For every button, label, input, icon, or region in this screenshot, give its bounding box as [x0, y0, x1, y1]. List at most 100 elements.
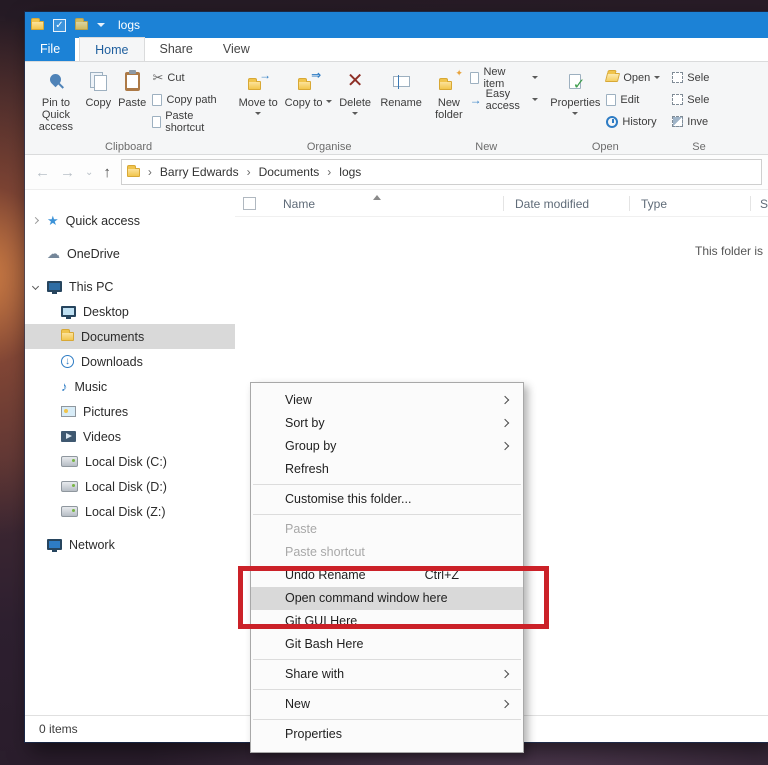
- sidebar-label: Local Disk (D:): [85, 479, 167, 494]
- app-folder-icon: [31, 17, 44, 30]
- sidebar-item-local-disk-z[interactable]: Local Disk (Z:): [25, 499, 235, 524]
- select-all-button[interactable]: Sele: [669, 68, 712, 87]
- paste-button[interactable]: Paste: [115, 65, 150, 111]
- submenu-arrow-icon: [500, 441, 510, 451]
- sidebar-item-pictures[interactable]: Pictures: [25, 399, 235, 424]
- menu-item-new[interactable]: New: [251, 693, 523, 716]
- network-icon: [47, 539, 62, 552]
- easy-access-icon: →: [469, 92, 482, 107]
- copy-path-label: Copy path: [166, 93, 217, 106]
- sidebar-item-music[interactable]: ♪ Music: [25, 374, 235, 399]
- copy-button[interactable]: Copy: [82, 65, 115, 111]
- expand-chevron-icon[interactable]: [31, 216, 40, 225]
- tab-view[interactable]: View: [208, 37, 265, 61]
- qat-new-folder-icon[interactable]: [75, 17, 88, 30]
- empty-folder-message: This folder is: [695, 244, 764, 258]
- menu-item-undo-rename[interactable]: Undo Rename Ctrl+Z: [251, 564, 523, 587]
- pin-to-quick-access-button[interactable]: Pin to Quick access: [30, 65, 82, 135]
- sidebar-item-network[interactable]: Network: [25, 532, 235, 557]
- sidebar-item-local-disk-d[interactable]: Local Disk (D:): [25, 474, 235, 499]
- copy-path-button[interactable]: Copy path: [149, 90, 227, 109]
- column-divider[interactable]: [750, 196, 751, 211]
- new-item-button[interactable]: New item: [467, 66, 542, 90]
- column-header-name[interactable]: Name: [283, 197, 315, 211]
- menu-item-customise-this-folder[interactable]: Customise this folder...: [251, 488, 523, 511]
- history-button[interactable]: History: [603, 112, 663, 131]
- collapse-chevron-icon[interactable]: [31, 282, 40, 291]
- select-all-checkbox[interactable]: [243, 197, 256, 210]
- invert-selection-icon: [672, 116, 684, 127]
- up-button[interactable]: ↑: [103, 164, 111, 181]
- paste-shortcut-button[interactable]: Paste shortcut: [149, 110, 227, 134]
- address-folder-icon: [126, 164, 140, 177]
- easy-access-dropdown-icon: [532, 98, 539, 104]
- tab-home[interactable]: Home: [79, 37, 145, 61]
- menu-item-sort-by[interactable]: Sort by: [251, 412, 523, 435]
- edit-button[interactable]: Edit: [603, 90, 663, 109]
- menu-item-properties[interactable]: Properties: [251, 723, 523, 746]
- new-folder-button[interactable]: ✦ New folder: [431, 65, 466, 123]
- menu-item-share-with[interactable]: Share with: [251, 663, 523, 686]
- pin-label: Pin to Quick access: [38, 97, 74, 133]
- breadcrumb-item-documents[interactable]: Documents: [259, 165, 320, 179]
- column-header-type[interactable]: Type: [641, 197, 667, 211]
- address-box[interactable]: › Barry Edwards › Documents › logs: [120, 159, 762, 185]
- history-label: History: [622, 115, 657, 128]
- recent-locations-chevron-icon[interactable]: ⌄: [85, 167, 93, 178]
- move-to-button[interactable]: → Move to: [233, 65, 283, 123]
- tab-share[interactable]: Share: [145, 37, 208, 61]
- paste-icon: [124, 69, 140, 91]
- sort-ascending-icon[interactable]: [373, 191, 381, 200]
- sidebar-item-downloads[interactable]: ↓ Downloads: [25, 349, 235, 374]
- rename-button[interactable]: Rename: [377, 65, 425, 111]
- new-group-label: New: [475, 141, 498, 153]
- menu-item-open-command-window-here[interactable]: Open command window here: [251, 587, 523, 610]
- column-header-date-modified[interactable]: Date modified: [515, 197, 589, 211]
- properties-button[interactable]: ✓ Properties: [547, 65, 603, 120]
- menu-item-refresh[interactable]: Refresh: [251, 458, 523, 481]
- sidebar-item-quick-access[interactable]: ★ Quick access: [25, 208, 235, 233]
- sidebar-item-desktop[interactable]: Desktop: [25, 299, 235, 324]
- sidebar-item-this-pc[interactable]: This PC: [25, 274, 235, 299]
- menu-separator: [253, 484, 521, 485]
- column-divider[interactable]: [503, 196, 504, 211]
- tab-file[interactable]: File: [25, 37, 76, 61]
- sidebar-label: Desktop: [83, 304, 129, 319]
- invert-selection-label: Inve: [687, 115, 709, 128]
- menu-item-view[interactable]: View: [251, 389, 523, 412]
- menu-item-label: Paste shortcut: [285, 545, 365, 559]
- qat-customize-chevron-icon[interactable]: [97, 23, 105, 31]
- invert-selection-button[interactable]: Inve: [669, 112, 712, 131]
- select-all-label: Sele: [687, 71, 710, 84]
- sidebar-item-videos[interactable]: Videos: [25, 424, 235, 449]
- ribbon-group-clipboard: Pin to Quick access Copy Paste ✂ Cut Cop…: [27, 62, 230, 154]
- menu-item-label: Customise this folder...: [285, 492, 412, 506]
- sidebar-item-documents[interactable]: Documents: [25, 324, 235, 349]
- rename-label: Rename: [380, 97, 422, 109]
- menu-item-git-bash-here[interactable]: Git Bash Here: [251, 633, 523, 656]
- menu-item-label: Share with: [285, 667, 345, 681]
- copy-to-button[interactable]: ⇒ Copy to: [283, 65, 333, 111]
- new-item-dropdown-icon: [532, 76, 539, 82]
- sidebar-item-onedrive[interactable]: ☁ OneDrive: [25, 241, 235, 266]
- easy-access-button[interactable]: → Easy access: [467, 88, 542, 112]
- column-divider[interactable]: [629, 196, 630, 211]
- menu-item-git-gui-here[interactable]: Git GUI Here: [251, 610, 523, 633]
- new-folder-label: New folder: [435, 97, 463, 121]
- select-none-button[interactable]: Sele: [669, 90, 712, 109]
- breadcrumb-item-logs[interactable]: logs: [339, 165, 361, 179]
- navigation-pane: ★ Quick access ☁ OneDrive This PC Deskto…: [25, 190, 235, 715]
- context-menu: View Sort by Group by Refresh Customise …: [250, 382, 524, 753]
- menu-item-label: Group by: [285, 439, 337, 453]
- open-button[interactable]: Open: [603, 68, 663, 87]
- cut-button[interactable]: ✂ Cut: [149, 68, 227, 87]
- menu-item-group-by[interactable]: Group by: [251, 435, 523, 458]
- breadcrumb-item-user[interactable]: Barry Edwards: [160, 165, 239, 179]
- column-header-size[interactable]: S: [760, 197, 768, 211]
- sidebar-item-local-disk-c[interactable]: Local Disk (C:): [25, 449, 235, 474]
- delete-button[interactable]: ✕ Delete: [333, 65, 377, 120]
- qat-properties-icon[interactable]: ✓: [53, 18, 66, 32]
- titlebar[interactable]: ✓ logs: [25, 12, 768, 38]
- copy-path-icon: [152, 93, 163, 106]
- move-to-dropdown-icon: [255, 112, 262, 118]
